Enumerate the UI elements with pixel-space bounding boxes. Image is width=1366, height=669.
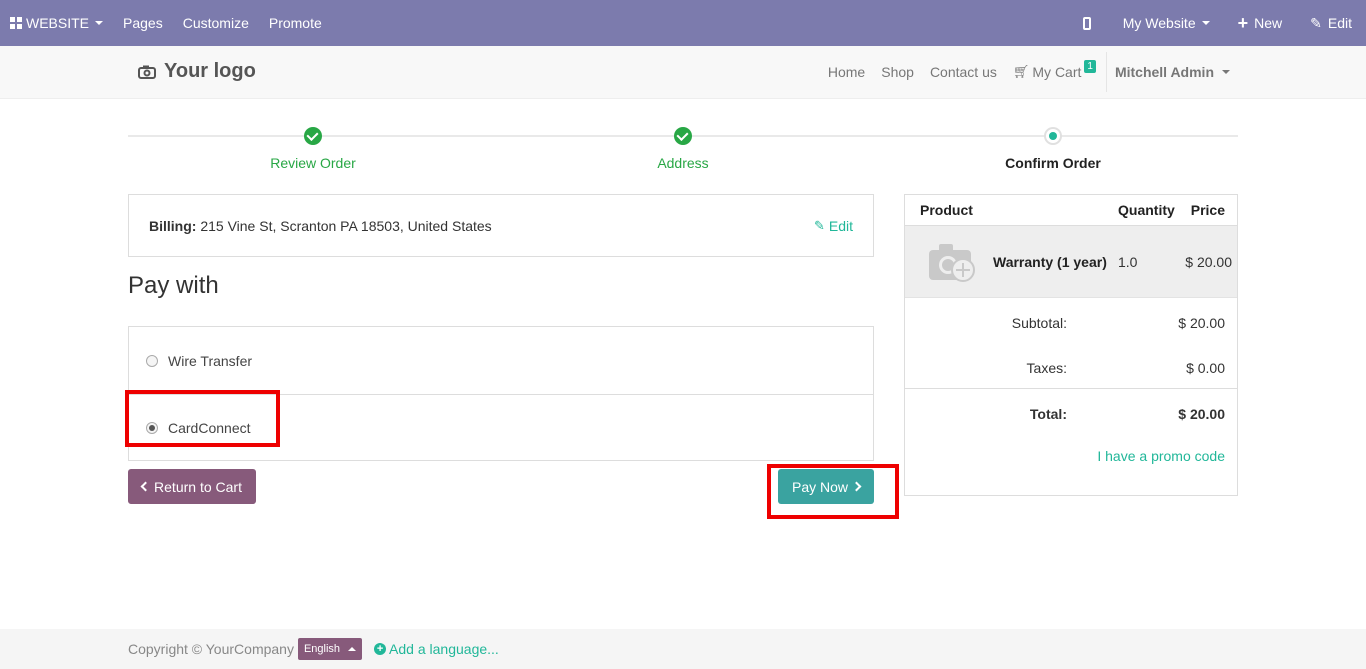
subtotal-label: Subtotal: — [1011, 315, 1067, 331]
nav-shop[interactable]: Shop — [881, 64, 914, 80]
chevron-right-icon — [851, 481, 862, 492]
my-website-label: My Website — [1122, 15, 1196, 31]
col-price: Price — [1190, 202, 1225, 218]
taxes-row: Taxes: $ 0.00 — [905, 343, 1237, 388]
website-apps-menu[interactable]: WEBSITE — [0, 0, 113, 46]
check-circle-icon — [674, 127, 692, 145]
apps-grid-icon — [10, 17, 22, 29]
billing-address: 215 Vine St, Scranton PA 18503, United S… — [200, 217, 492, 234]
payment-option-label: Wire Transfer — [168, 352, 253, 369]
checkout-progress: Review Order Address Confirm Order — [128, 120, 1238, 180]
payment-option-label: CardConnect — [168, 420, 251, 436]
website-label: WEBSITE — [26, 15, 90, 31]
chevron-down-icon — [95, 21, 104, 25]
total-label: Total: — [1029, 406, 1067, 422]
chevron-down-icon — [1222, 70, 1230, 74]
footer: Copyright © YourCompany English + Add a … — [0, 629, 1366, 669]
summary-header: Product Quantity Price — [905, 195, 1237, 226]
billing-label: Billing: — [149, 217, 197, 234]
step-review-order[interactable]: Review Order — [128, 120, 498, 171]
cart-label: My Cart — [1032, 64, 1082, 80]
payment-option-wire-transfer[interactable]: Wire Transfer — [129, 327, 873, 394]
cart-count-badge: 1 — [1084, 59, 1096, 73]
pay-with-heading: Pay with — [128, 272, 219, 299]
step-confirm-order: Confirm Order — [868, 120, 1238, 171]
mobile-icon — [1082, 16, 1091, 30]
mobile-preview-button[interactable] — [1065, 0, 1109, 46]
new-button[interactable]: + New — [1224, 0, 1297, 46]
language-selector[interactable]: English — [297, 638, 363, 660]
logo-text: Your logo — [164, 60, 256, 82]
nav-home[interactable]: Home — [828, 64, 865, 80]
step-label: Address — [657, 155, 709, 171]
order-summary: Product Quantity Price Warranty (1 year)… — [904, 194, 1238, 496]
site-logo[interactable]: Your logo — [138, 60, 256, 83]
nav-divider — [1105, 52, 1107, 92]
radio-button[interactable] — [146, 354, 158, 367]
taxes-label: Taxes: — [1026, 360, 1067, 376]
plus-icon: + — [1237, 13, 1249, 33]
product-name: Warranty (1 year) — [993, 254, 1107, 270]
product-quantity: 1.0 — [1118, 254, 1138, 270]
shopping-cart-icon: 🛒︎ — [1012, 64, 1030, 79]
add-language-label: Add a language... — [389, 641, 499, 657]
pencil-icon: ✎ — [1310, 14, 1322, 31]
pay-now-label: Pay Now — [791, 478, 849, 495]
nav-contact-us[interactable]: Contact us — [930, 64, 997, 80]
check-circle-icon — [304, 127, 322, 145]
chevron-left-icon — [140, 481, 151, 492]
menu-pages[interactable]: Pages — [113, 0, 173, 46]
payment-options: Wire Transfer CardConnect — [128, 326, 874, 461]
new-label: New — [1254, 15, 1283, 31]
billing-card: Billing: 215 Vine St, Scranton PA 18503,… — [128, 194, 874, 257]
product-placeholder-icon — [927, 240, 977, 284]
language-label: English — [303, 643, 341, 655]
radio-button-checked[interactable] — [146, 422, 158, 434]
edit-billing-link[interactable]: ✎ Edit — [814, 218, 853, 234]
edit-label: Edit — [1327, 15, 1352, 31]
menu-customize[interactable]: Customize — [173, 0, 259, 46]
promo-code-link[interactable]: I have a promo code — [1097, 448, 1225, 464]
step-label: Confirm Order — [1005, 155, 1101, 171]
user-name: Mitchell Admin — [1114, 64, 1214, 80]
step-label: Review Order — [270, 155, 356, 171]
add-language-link[interactable]: + Add a language... — [374, 641, 499, 657]
taxes-value: $ 0.00 — [1186, 360, 1225, 376]
edit-icon: ✎ — [813, 217, 825, 233]
main-nav: Home Shop Contact us 🛒︎ My Cart 1 Mitche… — [820, 46, 1230, 98]
total-value: $ 20.00 — [1178, 406, 1225, 422]
return-to-cart-label: Return to Cart — [154, 478, 242, 495]
site-header: Your logo Home Shop Contact us 🛒︎ My Car… — [0, 46, 1366, 99]
my-website-dropdown[interactable]: My Website — [1109, 0, 1224, 46]
current-step-icon — [1044, 127, 1062, 145]
summary-row: Warranty (1 year) 1.0 $ 20.00 — [905, 226, 1237, 298]
product-price: $ 20.00 — [1185, 254, 1232, 270]
chevron-up-icon — [348, 647, 357, 651]
step-address[interactable]: Address — [498, 120, 868, 171]
subtotal-value: $ 20.00 — [1178, 315, 1225, 331]
total-row: Total: $ 20.00 — [905, 388, 1237, 433]
camera-icon — [138, 65, 156, 79]
billing-text: Billing: 215 Vine St, Scranton PA 18503,… — [149, 218, 492, 234]
nav-my-cart[interactable]: 🛒︎ My Cart 1 — [1012, 59, 1096, 80]
user-menu[interactable]: Mitchell Admin — [1115, 64, 1230, 80]
col-product: Product — [920, 202, 973, 218]
admin-navbar: WEBSITE Pages Customize Promote My Websi… — [0, 0, 1366, 46]
plus-circle-icon: + — [374, 643, 387, 655]
copyright-text: Copyright © YourCompany — [128, 641, 294, 657]
edit-billing-label: Edit — [828, 217, 853, 234]
col-quantity: Quantity — [1118, 202, 1175, 218]
return-to-cart-button[interactable]: Return to Cart — [128, 469, 256, 504]
payment-option-cardconnect[interactable]: CardConnect — [129, 394, 873, 461]
pay-now-button[interactable]: Pay Now — [778, 469, 874, 504]
menu-promote[interactable]: Promote — [259, 0, 332, 46]
subtotal-row: Subtotal: $ 20.00 — [905, 298, 1237, 343]
chevron-down-icon — [1201, 21, 1210, 25]
edit-button[interactable]: ✎ Edit — [1296, 0, 1366, 46]
